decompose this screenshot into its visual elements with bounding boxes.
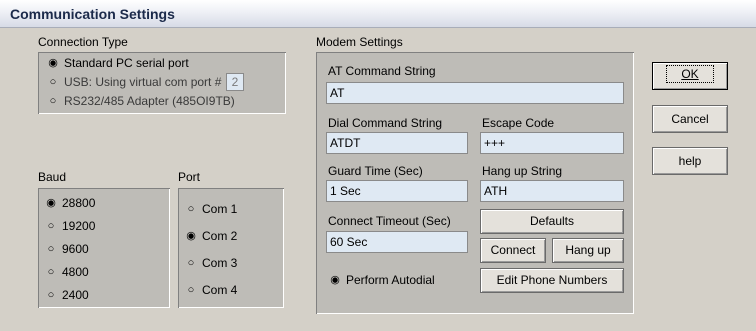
baud-heading: Baud: [38, 170, 67, 184]
dialog-body: Connection Type ◉ Standard PC serial por…: [0, 28, 756, 331]
radio-com-2[interactable]: ◉ Com 2: [186, 229, 237, 243]
at-command-label: AT Command String: [328, 64, 436, 78]
radio-selected-icon: ◉: [46, 197, 56, 209]
escape-code-label: Escape Code: [482, 116, 555, 130]
radio-com-3[interactable]: ○ Com 3: [186, 256, 238, 270]
radio-label: 9600: [62, 242, 89, 256]
guard-time-label: Guard Time (Sec): [328, 164, 423, 178]
radio-standard-serial[interactable]: ◉ Standard PC serial port: [48, 56, 189, 70]
radio-empty-icon: ○: [47, 220, 55, 232]
ok-button[interactable]: OK: [652, 62, 728, 90]
cancel-button[interactable]: Cancel: [652, 105, 728, 133]
radio-usb-virtual-port[interactable]: ○ USB: Using virtual com port #: [48, 75, 222, 89]
radio-empty-icon: ○: [187, 257, 195, 269]
connection-type-heading: Connection Type: [38, 35, 128, 49]
ok-label-text: OK: [681, 67, 699, 81]
radio-label: Standard PC serial port: [64, 56, 189, 70]
radio-empty-icon: ○: [47, 266, 55, 278]
radio-label: USB: Using virtual com port #: [64, 75, 222, 89]
baud-group: ◉ 28800 ○ 19200 ○ 9600 ○ 4800 ○ 2400: [38, 188, 170, 308]
radio-baud-9600[interactable]: ○ 9600: [46, 242, 89, 256]
radio-label: RS232/485 Adapter (485OI9TB): [64, 94, 235, 108]
perform-autodial-radio[interactable]: ◉ Perform Autodial: [330, 273, 435, 287]
radio-baud-28800[interactable]: ◉ 28800: [46, 196, 95, 210]
port-group: ○ Com 1 ◉ Com 2 ○ Com 3 ○ Com 4: [178, 188, 284, 308]
dial-command-input[interactable]: ATDT: [326, 132, 468, 154]
dial-command-label: Dial Command String: [328, 116, 443, 130]
radio-baud-4800[interactable]: ○ 4800: [46, 265, 89, 279]
guard-time-input[interactable]: 1 Sec: [326, 180, 468, 202]
radio-selected-icon: ◉: [48, 57, 58, 69]
radio-rs232-adapter[interactable]: ○ RS232/485 Adapter (485OI9TB): [48, 94, 235, 108]
modem-settings-group: AT Command String AT Dial Command String…: [316, 52, 634, 314]
radio-selected-icon: ◉: [186, 230, 196, 242]
radio-label: 28800: [62, 196, 96, 210]
usb-port-number-field[interactable]: 2: [226, 73, 244, 91]
escape-code-input[interactable]: +++: [480, 132, 624, 154]
radio-empty-icon: ○: [47, 243, 55, 255]
radio-empty-icon: ○: [187, 284, 195, 296]
radio-empty-icon: ○: [187, 203, 195, 215]
modem-settings-heading: Modem Settings: [316, 35, 403, 49]
radio-empty-icon: ○: [49, 76, 57, 88]
hangup-string-label: Hang up String: [482, 164, 563, 178]
radio-com-4[interactable]: ○ Com 4: [186, 283, 238, 297]
radio-label: Com 4: [202, 283, 238, 297]
hangup-string-input[interactable]: ATH: [480, 180, 624, 202]
radio-label: Com 1: [202, 202, 238, 216]
radio-selected-icon: ◉: [330, 274, 340, 286]
help-button[interactable]: help: [652, 147, 728, 175]
connect-timeout-label: Connect Timeout (Sec): [328, 214, 451, 228]
connection-type-group: ◉ Standard PC serial port ○ USB: Using v…: [38, 52, 286, 114]
radio-label: 2400: [62, 288, 89, 302]
radio-label: Com 2: [202, 229, 238, 243]
connect-timeout-input[interactable]: 60 Sec: [326, 231, 468, 253]
title-bar: Communication Settings: [0, 0, 756, 28]
connect-button[interactable]: Connect: [480, 238, 546, 263]
hangup-button[interactable]: Hang up: [552, 238, 624, 263]
radio-empty-icon: ○: [49, 95, 57, 107]
radio-baud-19200[interactable]: ○ 19200: [46, 219, 96, 233]
window-title: Communication Settings: [10, 6, 175, 22]
radio-com-1[interactable]: ○ Com 1: [186, 202, 238, 216]
edit-phone-numbers-button[interactable]: Edit Phone Numbers: [480, 268, 624, 293]
radio-label: 19200: [62, 219, 96, 233]
radio-empty-icon: ○: [47, 289, 55, 301]
port-heading: Port: [178, 170, 201, 184]
at-command-input[interactable]: AT: [326, 82, 624, 104]
radio-label: Com 3: [202, 256, 238, 270]
ok-button-label: OK: [666, 65, 714, 83]
radio-baud-2400[interactable]: ○ 2400: [46, 288, 89, 302]
radio-label: 4800: [62, 265, 89, 279]
radio-label: Perform Autodial: [346, 273, 435, 287]
defaults-button[interactable]: Defaults: [480, 209, 624, 234]
